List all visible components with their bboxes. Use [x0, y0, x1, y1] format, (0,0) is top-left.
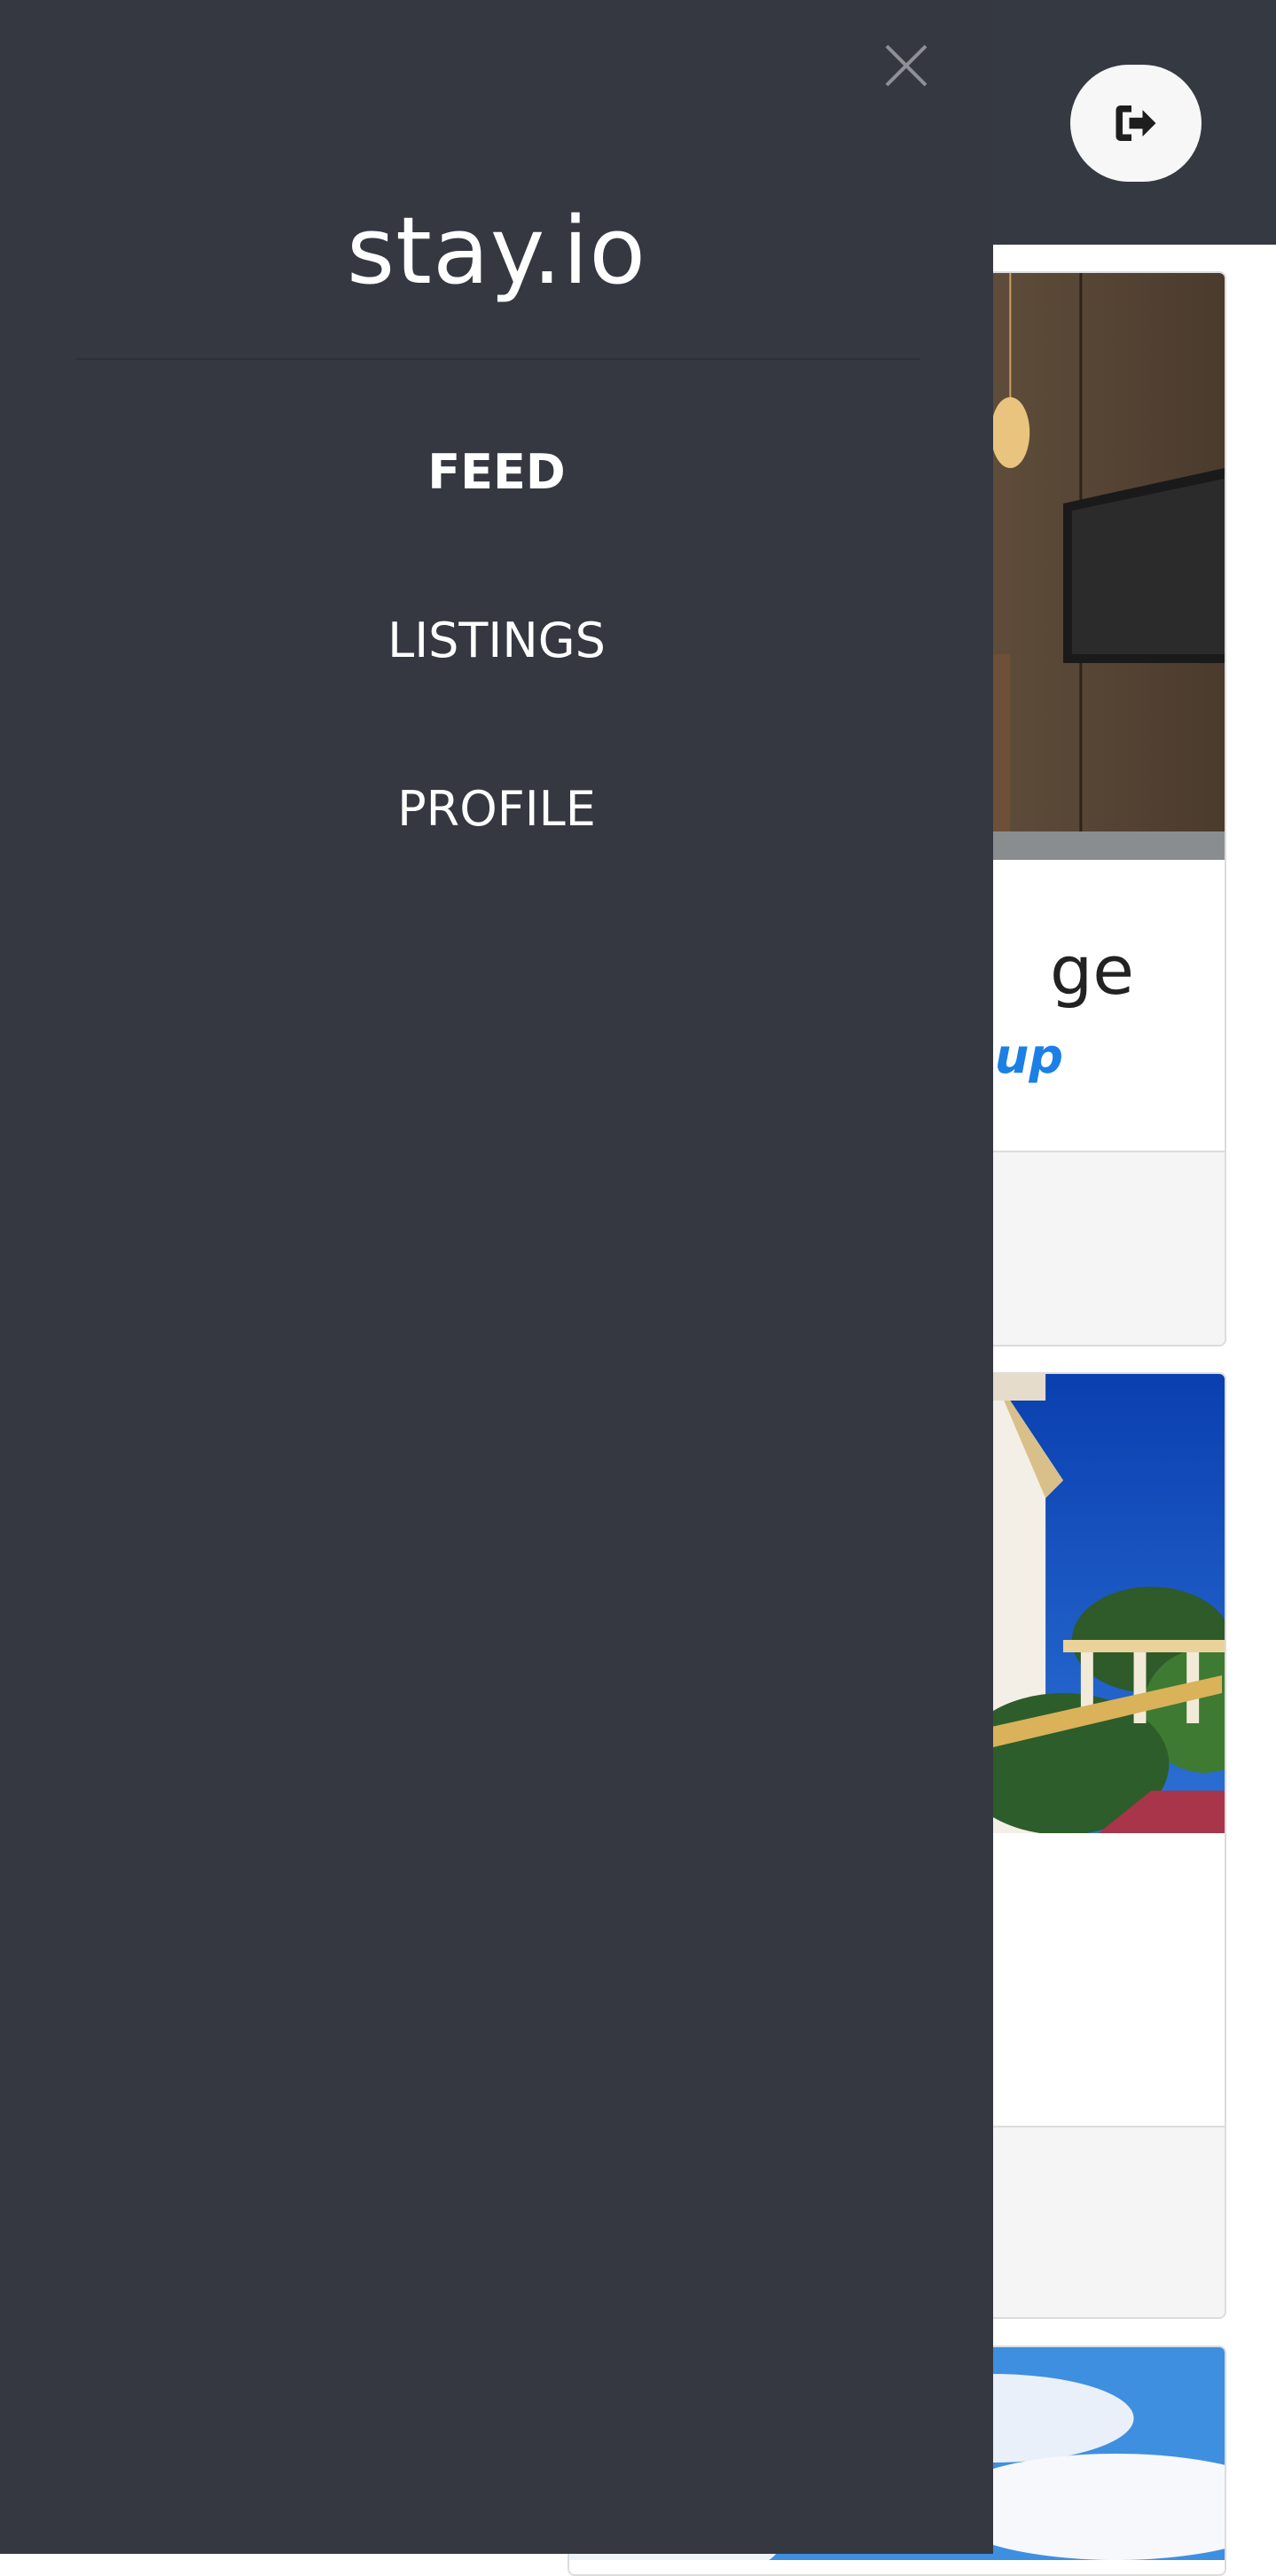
nav-item-feed[interactable]: FEED [0, 434, 993, 603]
close-icon [885, 44, 928, 87]
close-drawer-button[interactable] [883, 43, 929, 89]
brand-logo[interactable]: stay.io [0, 197, 993, 305]
card-title: ge [1050, 931, 1134, 1010]
nav-item-listings[interactable]: LISTINGS [0, 603, 993, 771]
divider [76, 358, 920, 360]
logout-button[interactable] [1070, 65, 1202, 182]
drawer-nav: FEED LISTINGS PROFILE [0, 434, 993, 940]
side-drawer: stay.io FEED LISTINGS PROFILE [0, 0, 993, 2554]
nav-item-profile[interactable]: PROFILE [0, 771, 993, 940]
logout-icon [1116, 105, 1156, 141]
